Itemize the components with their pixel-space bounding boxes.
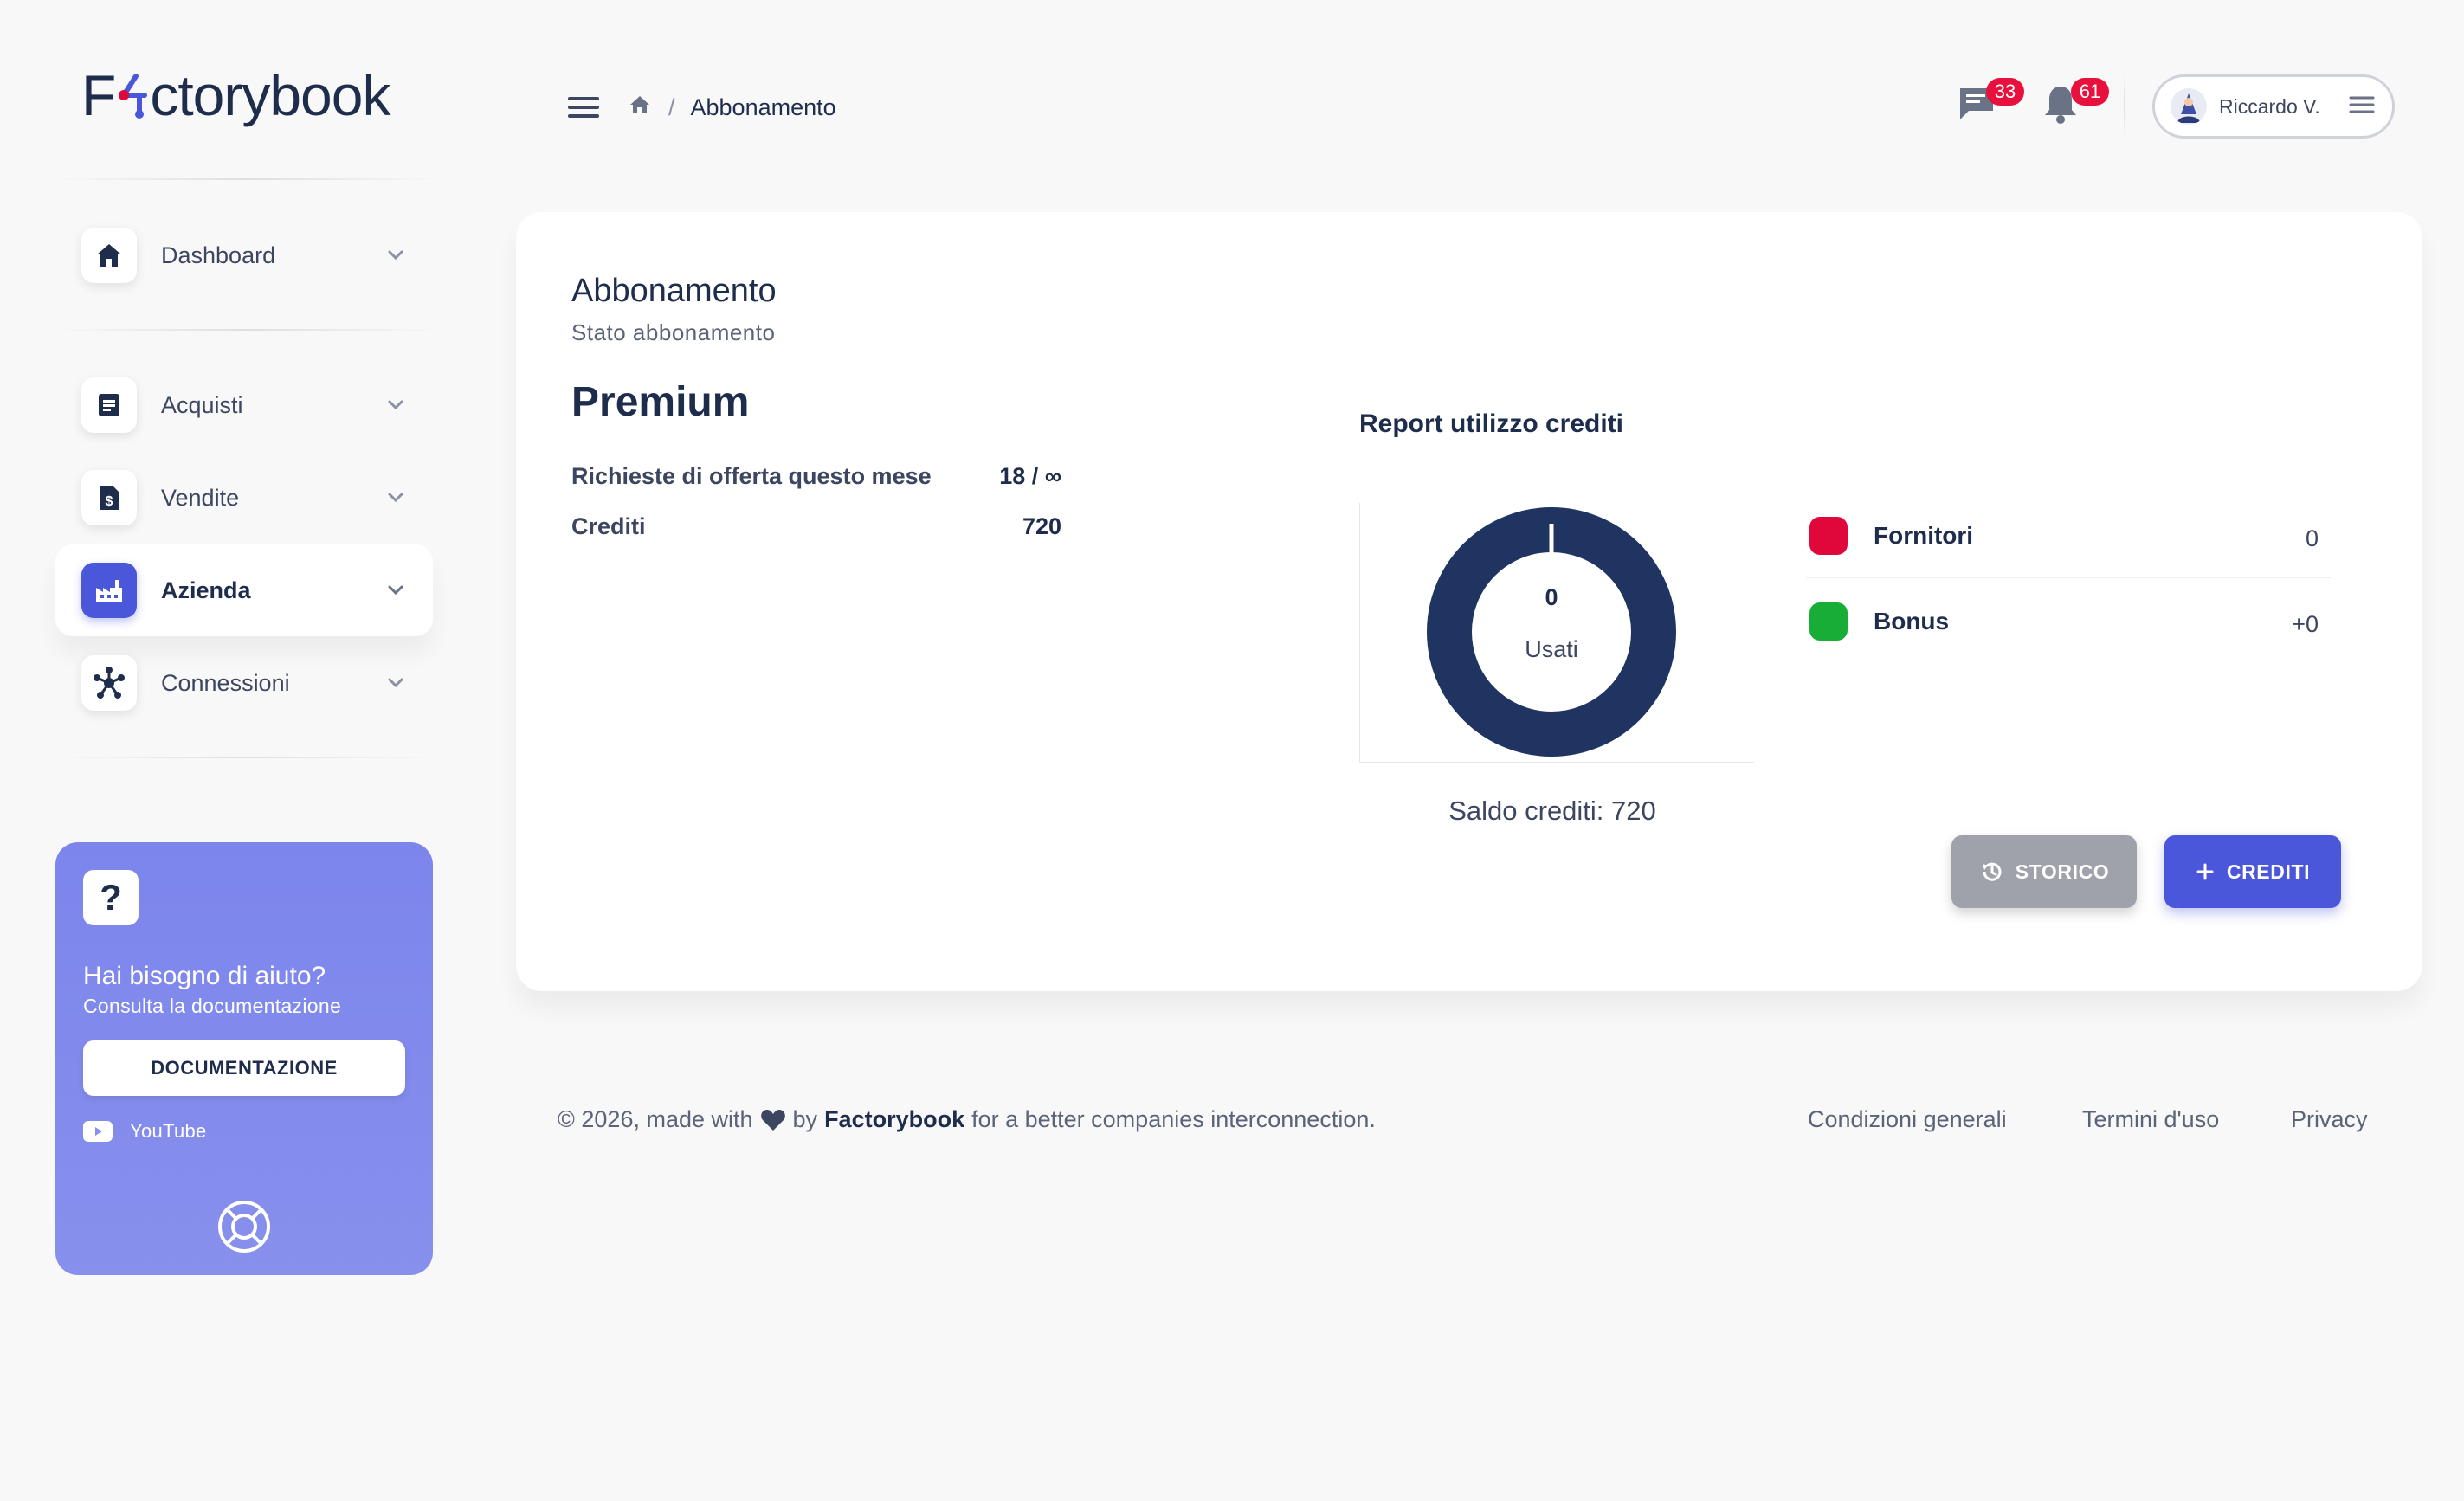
sidebar-item-label: Acquisti bbox=[161, 391, 243, 418]
footer-brand-link[interactable]: Factorybook bbox=[824, 1106, 964, 1133]
legend-item-bonus: Bonus +0 bbox=[1806, 580, 2331, 663]
help-card: ? Hai bisogno di aiuto? Consulta la docu… bbox=[55, 842, 433, 1275]
breadcrumb-separator: / bbox=[668, 93, 675, 120]
storico-button[interactable]: STORICO bbox=[1951, 835, 2137, 908]
footer-by: by bbox=[792, 1106, 818, 1132]
row-value: 720 bbox=[1022, 513, 1061, 539]
report-title: Report utilizzo crediti bbox=[1359, 409, 1624, 438]
credit-balance: Saldo crediti: 720 bbox=[1448, 796, 1656, 826]
row-label: Crediti bbox=[571, 513, 646, 539]
logo-text: ctorybook bbox=[150, 63, 390, 127]
home-icon bbox=[81, 228, 137, 283]
logo-node-icon bbox=[119, 74, 148, 119]
youtube-link[interactable]: YouTube bbox=[83, 1120, 405, 1143]
chevron-down-icon bbox=[381, 576, 410, 605]
user-name: Riccardo V. bbox=[2219, 94, 2320, 118]
user-menu-button[interactable]: Riccardo V. bbox=[2152, 74, 2395, 139]
row-label: Richieste di offerta questo mese bbox=[571, 463, 932, 489]
sidebar-divider bbox=[52, 329, 442, 331]
history-icon bbox=[1982, 862, 2002, 881]
card-title: Abbonamento bbox=[571, 273, 777, 309]
donut-center-value: 0 bbox=[1545, 584, 1558, 610]
footer-suffix: for a better companies interconnection. bbox=[971, 1106, 1376, 1132]
notifications-button[interactable]: 61 bbox=[2042, 78, 2109, 129]
donut-ring bbox=[1427, 507, 1676, 757]
add-credits-button[interactable]: CREDITI bbox=[2164, 835, 2341, 908]
row-value: 18 / ∞ bbox=[999, 463, 1061, 489]
network-icon bbox=[81, 655, 137, 711]
youtube-label: YouTube bbox=[130, 1120, 207, 1142]
home-icon[interactable] bbox=[629, 94, 651, 121]
plus-icon bbox=[2196, 863, 2214, 880]
legend-name: Fornitori bbox=[1874, 522, 1974, 549]
legend-name: Bonus bbox=[1874, 608, 1950, 635]
credits-row: Crediti 720 bbox=[571, 513, 1061, 540]
footer-copyright: © 2026, made with by Factorybook for a b… bbox=[558, 1106, 1376, 1133]
chevron-down-icon bbox=[381, 668, 410, 698]
sidebar-item-label: Connessioni bbox=[161, 669, 290, 696]
sidebar-item-connessioni[interactable]: Connessioni bbox=[55, 637, 433, 729]
credits-donut-chart bbox=[1427, 507, 1676, 757]
sidebar-item-azienda[interactable]: Azienda bbox=[55, 544, 433, 636]
notifications-badge: 61 bbox=[2071, 78, 2109, 106]
menu-toggle-icon[interactable] bbox=[566, 90, 601, 129]
chevron-down-icon bbox=[381, 483, 410, 512]
legend-item-fornitori: Fornitori 0 bbox=[1806, 495, 2331, 578]
header-divider bbox=[2124, 71, 2125, 140]
question-icon: ? bbox=[83, 870, 139, 925]
card-subtitle: Stato abbonamento bbox=[571, 319, 776, 345]
sidebar-item-acquisti[interactable]: Acquisti bbox=[55, 359, 433, 451]
sidebar-item-vendite[interactable]: $ Vendite bbox=[55, 452, 433, 544]
documentation-button[interactable]: DOCUMENTAZIONE bbox=[83, 1040, 405, 1096]
breadcrumb: / Abbonamento bbox=[629, 90, 836, 125]
donut-center-label: Usati bbox=[1525, 636, 1578, 662]
footer-prefix: © 2026, made with bbox=[558, 1106, 753, 1132]
svg-text:$: $ bbox=[106, 494, 113, 509]
footer-link-privacy[interactable]: Privacy bbox=[2291, 1106, 2368, 1133]
logo-letter-f: F bbox=[81, 63, 116, 127]
avatar bbox=[2171, 88, 2207, 125]
crediti-label: CREDITI bbox=[2226, 860, 2311, 883]
sidebar-item-label: Azienda bbox=[161, 577, 251, 603]
footer-link-conditions[interactable]: Condizioni generali bbox=[1808, 1106, 2007, 1133]
lifebuoy-icon[interactable] bbox=[216, 1199, 272, 1259]
sidebar-item-label: Dashboard bbox=[161, 242, 276, 268]
chevron-down-icon bbox=[381, 241, 410, 270]
offer-requests-row: Richieste di offerta questo mese 18 / ∞ bbox=[571, 463, 1061, 490]
menu-icon bbox=[2349, 94, 2375, 119]
help-title: Hai bisogno di aiuto? bbox=[83, 962, 326, 990]
legend-color bbox=[1809, 517, 1848, 555]
footer-link-terms[interactable]: Termini d'uso bbox=[2082, 1106, 2219, 1133]
sidebar-divider bbox=[52, 178, 442, 180]
legend-value: 0 bbox=[2305, 525, 2319, 551]
factorybook-logo[interactable]: F ctorybook bbox=[81, 61, 390, 130]
help-subtitle: Consulta la documentazione bbox=[83, 995, 342, 1017]
legend-color bbox=[1809, 602, 1848, 641]
sidebar-item-dashboard[interactable]: Dashboard bbox=[55, 209, 433, 301]
youtube-icon bbox=[83, 1121, 113, 1142]
messages-button[interactable]: 33 bbox=[1957, 78, 2024, 127]
factory-icon bbox=[81, 563, 137, 618]
subscription-card: Abbonamento Stato abbonamento Premium Ri… bbox=[516, 212, 2422, 991]
breadcrumb-current: Abbonamento bbox=[690, 93, 836, 120]
invoice-icon: $ bbox=[81, 470, 137, 525]
plan-name: Premium bbox=[571, 379, 750, 425]
legend-value: +0 bbox=[2292, 610, 2319, 637]
document-icon bbox=[81, 377, 137, 433]
messages-badge: 33 bbox=[1986, 78, 2024, 106]
sidebar-item-label: Vendite bbox=[161, 484, 240, 511]
storico-label: STORICO bbox=[2015, 860, 2110, 883]
sidebar-divider bbox=[52, 757, 442, 758]
heart-icon bbox=[760, 1109, 785, 1131]
chevron-down-icon bbox=[381, 390, 410, 420]
